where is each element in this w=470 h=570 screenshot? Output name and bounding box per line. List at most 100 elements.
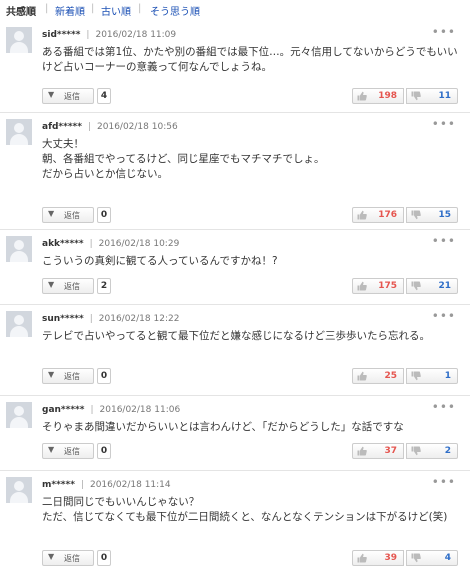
comment-text: そりゃまあ間違いだからいいとは言わんけど、「だからどうした」な話ですな [42,421,404,433]
dislike-button[interactable]: 1 [406,368,458,384]
dislike-count: 15 [438,210,451,220]
more-options-icon[interactable]: ••• [432,309,456,323]
tab-empathy-order[interactable]: 共感順 [6,3,36,18]
reply-count: 2 [97,278,111,294]
reply-button[interactable]: ▼ 返信 [42,88,94,104]
thumbs-down-icon [411,446,421,456]
comment-meta: gan***** | 2016/02/18 11:06 [42,405,181,415]
comment-date: 2016/02/18 11:09 [95,30,177,40]
comment-item: gan***** | 2016/02/18 11:06 ••• そりゃまあ間違いだか… [0,395,470,470]
comment-meta: afd***** | 2016/02/18 10:56 [42,122,178,132]
comment-meta: sid***** | 2016/02/18 11:09 [42,30,177,40]
dislike-button[interactable]: 4 [406,550,458,566]
comment-item: akk***** | 2016/02/18 10:29 ••• こういうの真剣に観て… [0,229,470,304]
comment-item: sun***** | 2016/02/18 12:22 ••• テレビで占いやってる… [0,304,470,395]
reply-count: 0 [97,443,111,459]
chevron-down-icon: ▼ [48,209,55,218]
more-options-icon[interactable]: ••• [432,400,456,414]
comment-text: ある番組では第1位、かたや別の番組では最下位…。元々信用してないからどうでもいい… [42,46,458,73]
comment-date: 2016/02/18 12:22 [98,314,180,324]
comment-meta: m***** | 2016/02/18 11:14 [42,480,171,490]
comment-text: テレビで占いやってると観て最下位だと嫌な感じになるけど三歩歩いたら忘れる。 [42,330,430,342]
tab-separator: | [45,3,49,14]
comment-item: m***** | 2016/02/18 11:14 ••• 二日間同じでもいいんじゃ… [0,470,470,570]
comment-author: afd***** [42,122,82,132]
like-count: 39 [384,553,397,563]
dislike-count: 11 [438,91,451,101]
more-options-icon[interactable]: ••• [432,475,456,489]
thumbs-up-icon [357,371,367,381]
avatar [6,311,32,337]
chevron-down-icon: ▼ [48,280,55,289]
more-options-icon[interactable]: ••• [432,25,456,39]
reply-button[interactable]: ▼ 返信 [42,278,94,294]
dislike-button[interactable]: 2 [406,443,458,459]
comment-text: 二日間同じでもいいんじゃない？ ただ、信じてなくても最下位が二日間続くと、なんと… [42,496,448,523]
reply-button[interactable]: ▼ 返信 [42,443,94,459]
reply-count: 4 [97,88,111,104]
comment-item: afd***** | 2016/02/18 10:56 ••• 大丈夫！ 朝、各番組… [0,112,470,229]
thumbs-down-icon [411,210,421,220]
comment-date: 2016/02/18 10:29 [98,239,180,249]
comment-item: sid***** | 2016/02/18 11:09 ••• ある番組では第1位、… [0,21,470,112]
dislike-count: 4 [444,553,451,563]
comment-author: akk***** [42,239,84,249]
tab-newest-order[interactable]: 新着順 [55,3,85,18]
comment-author: m***** [42,480,75,490]
thumbs-down-icon [411,553,421,563]
dislike-count: 2 [444,446,451,456]
reply-count: 0 [97,550,111,566]
comment-text: 大丈夫！ 朝、各番組でやってるけど、同じ星座でもマチマチでしょ。 だから占いとか… [42,138,325,180]
tab-oldest-order[interactable]: 古い順 [101,3,131,18]
thumbs-up-icon [357,91,367,101]
like-button[interactable]: 198 [352,88,404,104]
comment-meta: sun***** | 2016/02/18 12:22 [42,314,180,324]
like-count: 37 [384,446,397,456]
dislike-button[interactable]: 11 [406,88,458,104]
tab-separator: | [91,3,95,14]
comment-date: 2016/02/18 10:56 [97,122,178,132]
tab-agree-order[interactable]: そう思う順 [150,3,200,18]
comment-author: sun***** [42,314,84,324]
avatar [6,236,32,262]
tab-separator: | [138,3,142,14]
like-button[interactable]: 25 [352,368,404,384]
reply-button[interactable]: ▼ 返信 [42,550,94,566]
avatar [6,27,32,53]
like-count: 198 [378,91,397,101]
like-count: 176 [378,210,397,220]
reply-button[interactable]: ▼ 返信 [42,368,94,384]
comment-meta: akk***** | 2016/02/18 10:29 [42,239,180,249]
dislike-button[interactable]: 15 [406,207,458,223]
comment-date: 2016/02/18 11:14 [89,480,171,490]
comment-list: sid***** | 2016/02/18 11:09 ••• ある番組では第1位、… [0,21,470,570]
avatar [6,477,32,503]
chevron-down-icon: ▼ [48,552,55,561]
like-button[interactable]: 176 [352,207,404,223]
chevron-down-icon: ▼ [48,445,55,454]
dislike-count: 21 [438,281,451,291]
thumbs-up-icon [357,210,367,220]
reply-count: 0 [97,368,111,384]
chevron-down-icon: ▼ [48,90,55,99]
comment-text: こういうの真剣に観てる人っているんですかね！? [42,255,278,267]
dislike-button[interactable]: 21 [406,278,458,294]
avatar [6,119,32,145]
sort-tabs: 共感順 | 新着順 | 古い順 | そう思う順 [0,0,470,20]
dislike-count: 1 [444,371,451,381]
comment-author: gan***** [42,405,85,415]
more-options-icon[interactable]: ••• [432,234,456,248]
thumbs-up-icon [357,446,367,456]
chevron-down-icon: ▼ [48,370,55,379]
thumbs-down-icon [411,281,421,291]
reply-count: 0 [97,207,111,223]
thumbs-up-icon [357,281,367,291]
reply-button[interactable]: ▼ 返信 [42,207,94,223]
thumbs-up-icon [357,553,367,563]
like-button[interactable]: 39 [352,550,404,566]
thumbs-down-icon [411,371,421,381]
like-button[interactable]: 175 [352,278,404,294]
more-options-icon[interactable]: ••• [432,117,456,131]
like-button[interactable]: 37 [352,443,404,459]
thumbs-down-icon [411,91,421,101]
